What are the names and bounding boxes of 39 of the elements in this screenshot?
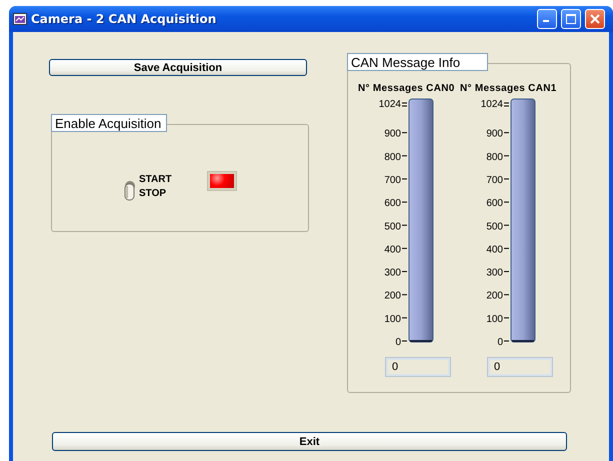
scale-tick: 500 bbox=[486, 221, 510, 232]
scale-tick: 0 bbox=[395, 337, 408, 348]
scale-tick: 400 bbox=[486, 244, 510, 256]
scale-tick: 900 bbox=[384, 128, 408, 140]
numeric-indicator: 0 bbox=[488, 358, 552, 376]
scale-tick: 400 bbox=[384, 244, 408, 256]
scale-tick: 1024 bbox=[378, 99, 408, 110]
meter-title: N° Messages CAN1 bbox=[460, 83, 558, 94]
scale-tick: 200 bbox=[384, 290, 408, 302]
maximize-icon bbox=[566, 14, 576, 24]
scale-tick: 800 bbox=[384, 152, 408, 163]
scale-tick: 900 bbox=[486, 128, 510, 140]
scale-tick: 700 bbox=[486, 174, 510, 186]
scale-tick: 200 bbox=[486, 290, 510, 302]
scale-tick: 500 bbox=[384, 221, 408, 232]
maximize-button[interactable] bbox=[561, 9, 581, 29]
close-button[interactable] bbox=[585, 9, 605, 29]
scale-tick: 700 bbox=[384, 174, 408, 186]
scale-tick: 100 bbox=[486, 314, 510, 325]
scale-tick: 100 bbox=[384, 314, 408, 325]
scale-tick: 300 bbox=[384, 268, 408, 279]
switch-label: START bbox=[139, 174, 172, 184]
exit-button[interactable]: Exit bbox=[52, 432, 567, 451]
scale-tick: 0 bbox=[497, 337, 510, 348]
group-title: Enable Acquisition bbox=[51, 114, 167, 132]
group-title: CAN Message Info bbox=[347, 53, 488, 71]
window-title: Camera - 2 CAN Acquisition bbox=[31, 12, 218, 26]
scale-tick: 600 bbox=[384, 198, 408, 210]
scale-tick: 300 bbox=[486, 268, 510, 279]
minimize-button[interactable] bbox=[537, 9, 557, 29]
close-icon bbox=[590, 14, 600, 24]
scale-tick: 600 bbox=[486, 198, 510, 210]
save-button[interactable]: Save Acquisition bbox=[49, 59, 307, 76]
scale-tick: 1024 bbox=[480, 99, 510, 110]
switch-label: STOP bbox=[139, 188, 168, 198]
numeric-indicator: 0 bbox=[386, 358, 450, 376]
app-icon bbox=[13, 13, 27, 25]
meter-title: N° Messages CAN0 bbox=[358, 83, 456, 94]
scale-tick: 800 bbox=[486, 152, 510, 163]
